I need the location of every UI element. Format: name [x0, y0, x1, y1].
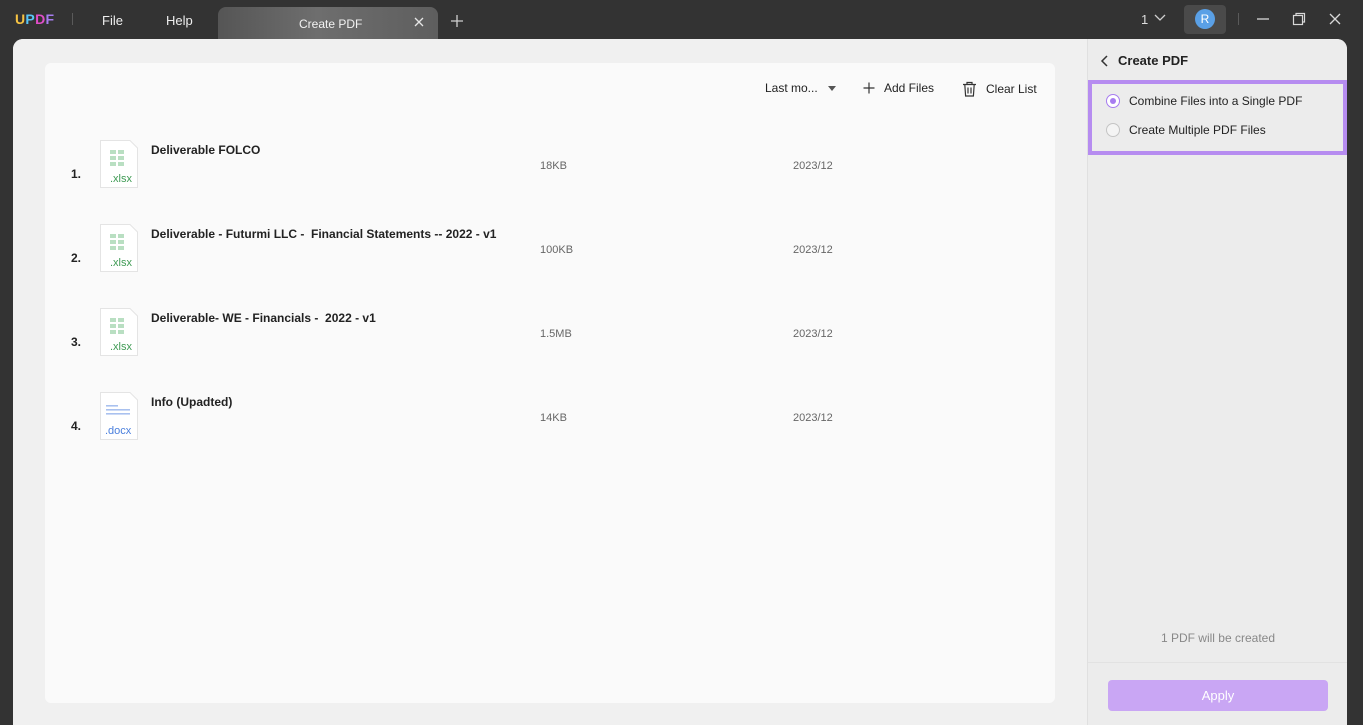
sort-dropdown[interactable]: Last mo...: [765, 81, 836, 95]
file-date: 2023/12: [793, 412, 833, 424]
file-ext: .xlsx: [110, 173, 133, 185]
menu-help[interactable]: Help: [166, 13, 193, 28]
file-list-card: Last mo... Add Files Clear List 1. .xlsx…: [45, 63, 1055, 703]
updf-logo[interactable]: UPDF: [15, 11, 54, 27]
xlsx-file-icon: .xlsx: [100, 140, 138, 188]
clear-list-label: Clear List: [986, 82, 1037, 96]
file-size: 1.5MB: [540, 328, 572, 340]
close-tab-icon[interactable]: [413, 16, 425, 28]
new-tab-icon[interactable]: [450, 14, 464, 28]
chevron-down-icon[interactable]: [1154, 13, 1166, 23]
xlsx-file-icon: .xlsx: [100, 308, 138, 356]
plus-icon: [863, 82, 875, 94]
option-multiple-pdf[interactable]: Create Multiple PDF Files: [1106, 123, 1266, 137]
restore-icon[interactable]: [1292, 12, 1306, 26]
row-number: 1.: [71, 167, 82, 181]
close-window-icon[interactable]: [1328, 12, 1342, 26]
panel-footer: Apply: [1088, 662, 1347, 725]
docx-file-icon: .docx: [100, 392, 138, 440]
pdf-count-note: 1 PDF will be created: [1160, 631, 1276, 645]
file-date: 2023/12: [793, 160, 833, 172]
add-files-label: Add Files: [884, 81, 935, 95]
file-name: Deliverable - Futurmi LLC - Financial St…: [151, 227, 497, 241]
avatar: R: [1195, 9, 1215, 29]
create-pdf-panel: Create PDF Combine Files into a Single P…: [1087, 39, 1347, 725]
logo-letter-f: F: [45, 11, 55, 27]
option-single-label: Combine Files into a Single PDF: [1129, 94, 1303, 108]
trash-icon: [963, 81, 976, 97]
option-single-pdf[interactable]: Combine Files into a Single PDF: [1106, 94, 1302, 108]
option-multiple-label: Create Multiple PDF Files: [1129, 123, 1266, 137]
file-name: Info (Upadted): [151, 395, 233, 409]
minimize-icon[interactable]: [1256, 12, 1270, 26]
tab-label: Create PDF: [299, 17, 363, 31]
logo-letter-u: U: [15, 11, 26, 27]
row-number: 2.: [71, 251, 82, 265]
window-count: 1: [1141, 12, 1149, 27]
file-name: Deliverable- WE - Financials - 2022 - v1: [151, 311, 376, 325]
logo-letter-p: P: [25, 11, 36, 27]
file-row[interactable]: 2. .xlsx Deliverable - Futurmi LLC - Fin…: [45, 216, 1055, 300]
sort-label: Last mo...: [765, 81, 818, 95]
panel-title: Create PDF: [1118, 53, 1189, 68]
file-ext: .xlsx: [110, 341, 133, 353]
file-date: 2023/12: [793, 244, 833, 256]
row-number: 3.: [71, 335, 82, 349]
app-window: Last mo... Add Files Clear List 1. .xlsx…: [13, 39, 1347, 725]
tab-create-pdf[interactable]: Create PDF: [218, 7, 438, 40]
account-button[interactable]: R: [1184, 5, 1226, 34]
file-ext: .docx: [105, 425, 132, 437]
file-name: Deliverable FOLCO: [151, 143, 261, 157]
main-panel: Last mo... Add Files Clear List 1. .xlsx…: [13, 39, 1087, 725]
radio-selected[interactable]: [1106, 94, 1120, 108]
file-ext: .xlsx: [110, 257, 133, 269]
divider: [72, 13, 73, 25]
file-row[interactable]: 1. .xlsx Deliverable FOLCO 18KB 2023/12: [45, 132, 1055, 216]
row-number: 4.: [71, 419, 82, 433]
logo-letter-d: D: [35, 11, 46, 27]
panel-header: Create PDF: [1088, 39, 1347, 83]
title-bar: UPDF File Help Create PDF 1 R: [0, 0, 1363, 40]
menu-file[interactable]: File: [102, 13, 123, 28]
radio-unselected[interactable]: [1106, 123, 1120, 137]
add-files-button[interactable]: Add Files: [863, 81, 934, 95]
clear-list-button[interactable]: Clear List: [962, 81, 1037, 97]
file-size: 18KB: [540, 160, 567, 172]
caret-down-icon: [827, 85, 836, 91]
apply-button[interactable]: Apply: [1108, 680, 1328, 711]
file-size: 100KB: [540, 244, 574, 256]
file-row[interactable]: 4. .docx Info (Upadted) 14KB 2023/12: [45, 384, 1055, 468]
file-row[interactable]: 3. .xlsx Deliverable- WE - Financials - …: [45, 300, 1055, 384]
file-size: 14KB: [540, 412, 567, 424]
divider: [1238, 13, 1239, 25]
xlsx-file-icon: .xlsx: [100, 224, 138, 272]
back-chevron-icon[interactable]: [1100, 55, 1110, 67]
file-date: 2023/12: [793, 328, 833, 340]
output-options: Combine Files into a Single PDF Create M…: [1088, 80, 1347, 155]
